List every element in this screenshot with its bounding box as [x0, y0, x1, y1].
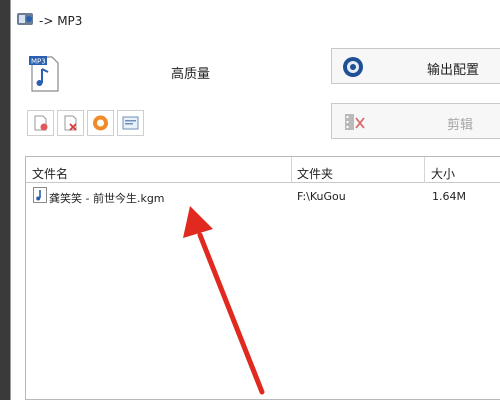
annotation-arrow [183, 206, 265, 395]
